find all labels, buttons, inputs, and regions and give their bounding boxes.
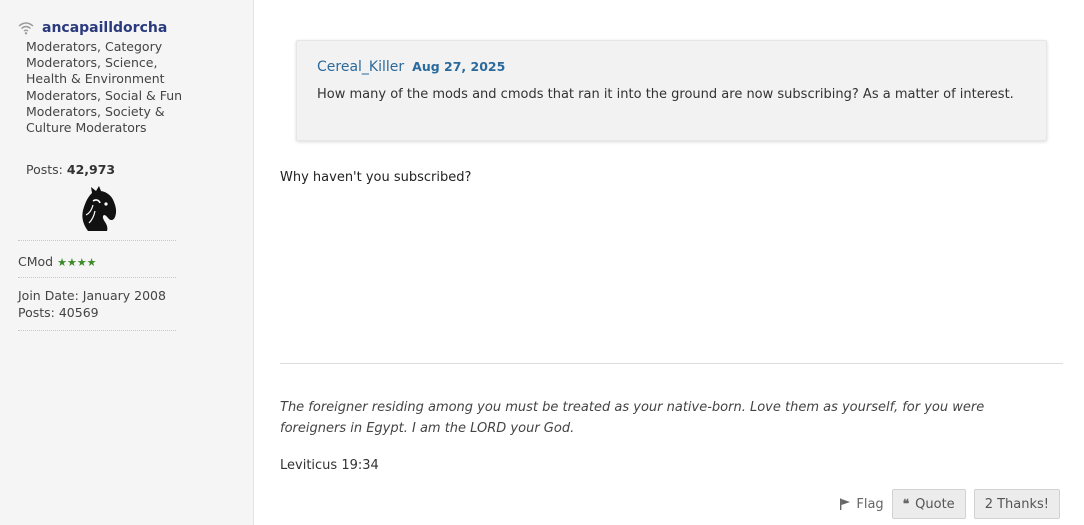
quote-icon: ❝ (902, 497, 910, 511)
post-count-value: 42,973 (66, 162, 116, 177)
quote-block: Cereal_Killer Aug 27, 2025 How many of t… (296, 40, 1047, 141)
posts-line: Posts: 40569 (18, 305, 99, 320)
quote-author-link[interactable]: Cereal_Killer (317, 59, 404, 75)
rank-stars: ★★★★ (57, 256, 97, 269)
quote-date-link[interactable]: Aug 27, 2025 (412, 59, 505, 74)
post-body: Why haven't you subscribed? (280, 170, 472, 185)
quote-button[interactable]: ❝ Quote (891, 489, 966, 519)
quote-text: How many of the mods and cmods that ran … (317, 87, 1014, 102)
join-date: Join Date: January 2008 (18, 288, 166, 303)
username-link[interactable]: ancapailldorcha (42, 20, 167, 36)
flag-label: Flag (856, 496, 884, 512)
signature-divider (280, 363, 1063, 364)
sidebar-divider (18, 330, 176, 331)
thanks-button[interactable]: 2 Thanks! (973, 489, 1060, 519)
signature-verse: The foreigner residing among you must be… (280, 400, 985, 436)
user-info: Join Date: January 2008 Posts: 40569 (18, 287, 166, 321)
user-title: Moderators, Category Moderators, Science… (26, 39, 183, 136)
quote-header: Cereal_Killer Aug 27, 2025 (317, 59, 505, 75)
post-count-label: Posts: (26, 162, 63, 177)
user-row: ancapailldorcha (18, 20, 167, 36)
thanks-button-label: 2 Thanks! (984, 496, 1049, 512)
flag-icon (840, 498, 851, 510)
horse-head-icon[interactable] (76, 185, 120, 233)
signature-reference: Leviticus 19:34 (280, 458, 379, 473)
rank-label: CMod (18, 254, 54, 269)
post-sidebar: ancapailldorcha Moderators, Category Mod… (0, 0, 254, 525)
sidebar-divider (18, 240, 176, 241)
user-rank: CMod ★★★★ (18, 254, 97, 269)
post-actions: Flag ❝ Quote 2 Thanks! (839, 489, 1060, 519)
post-count: Posts: 42,973 (26, 162, 115, 177)
wifi-icon (18, 22, 34, 35)
sidebar-divider (18, 277, 176, 278)
quote-button-label: Quote (915, 496, 955, 512)
flag-button[interactable]: Flag (839, 496, 884, 512)
